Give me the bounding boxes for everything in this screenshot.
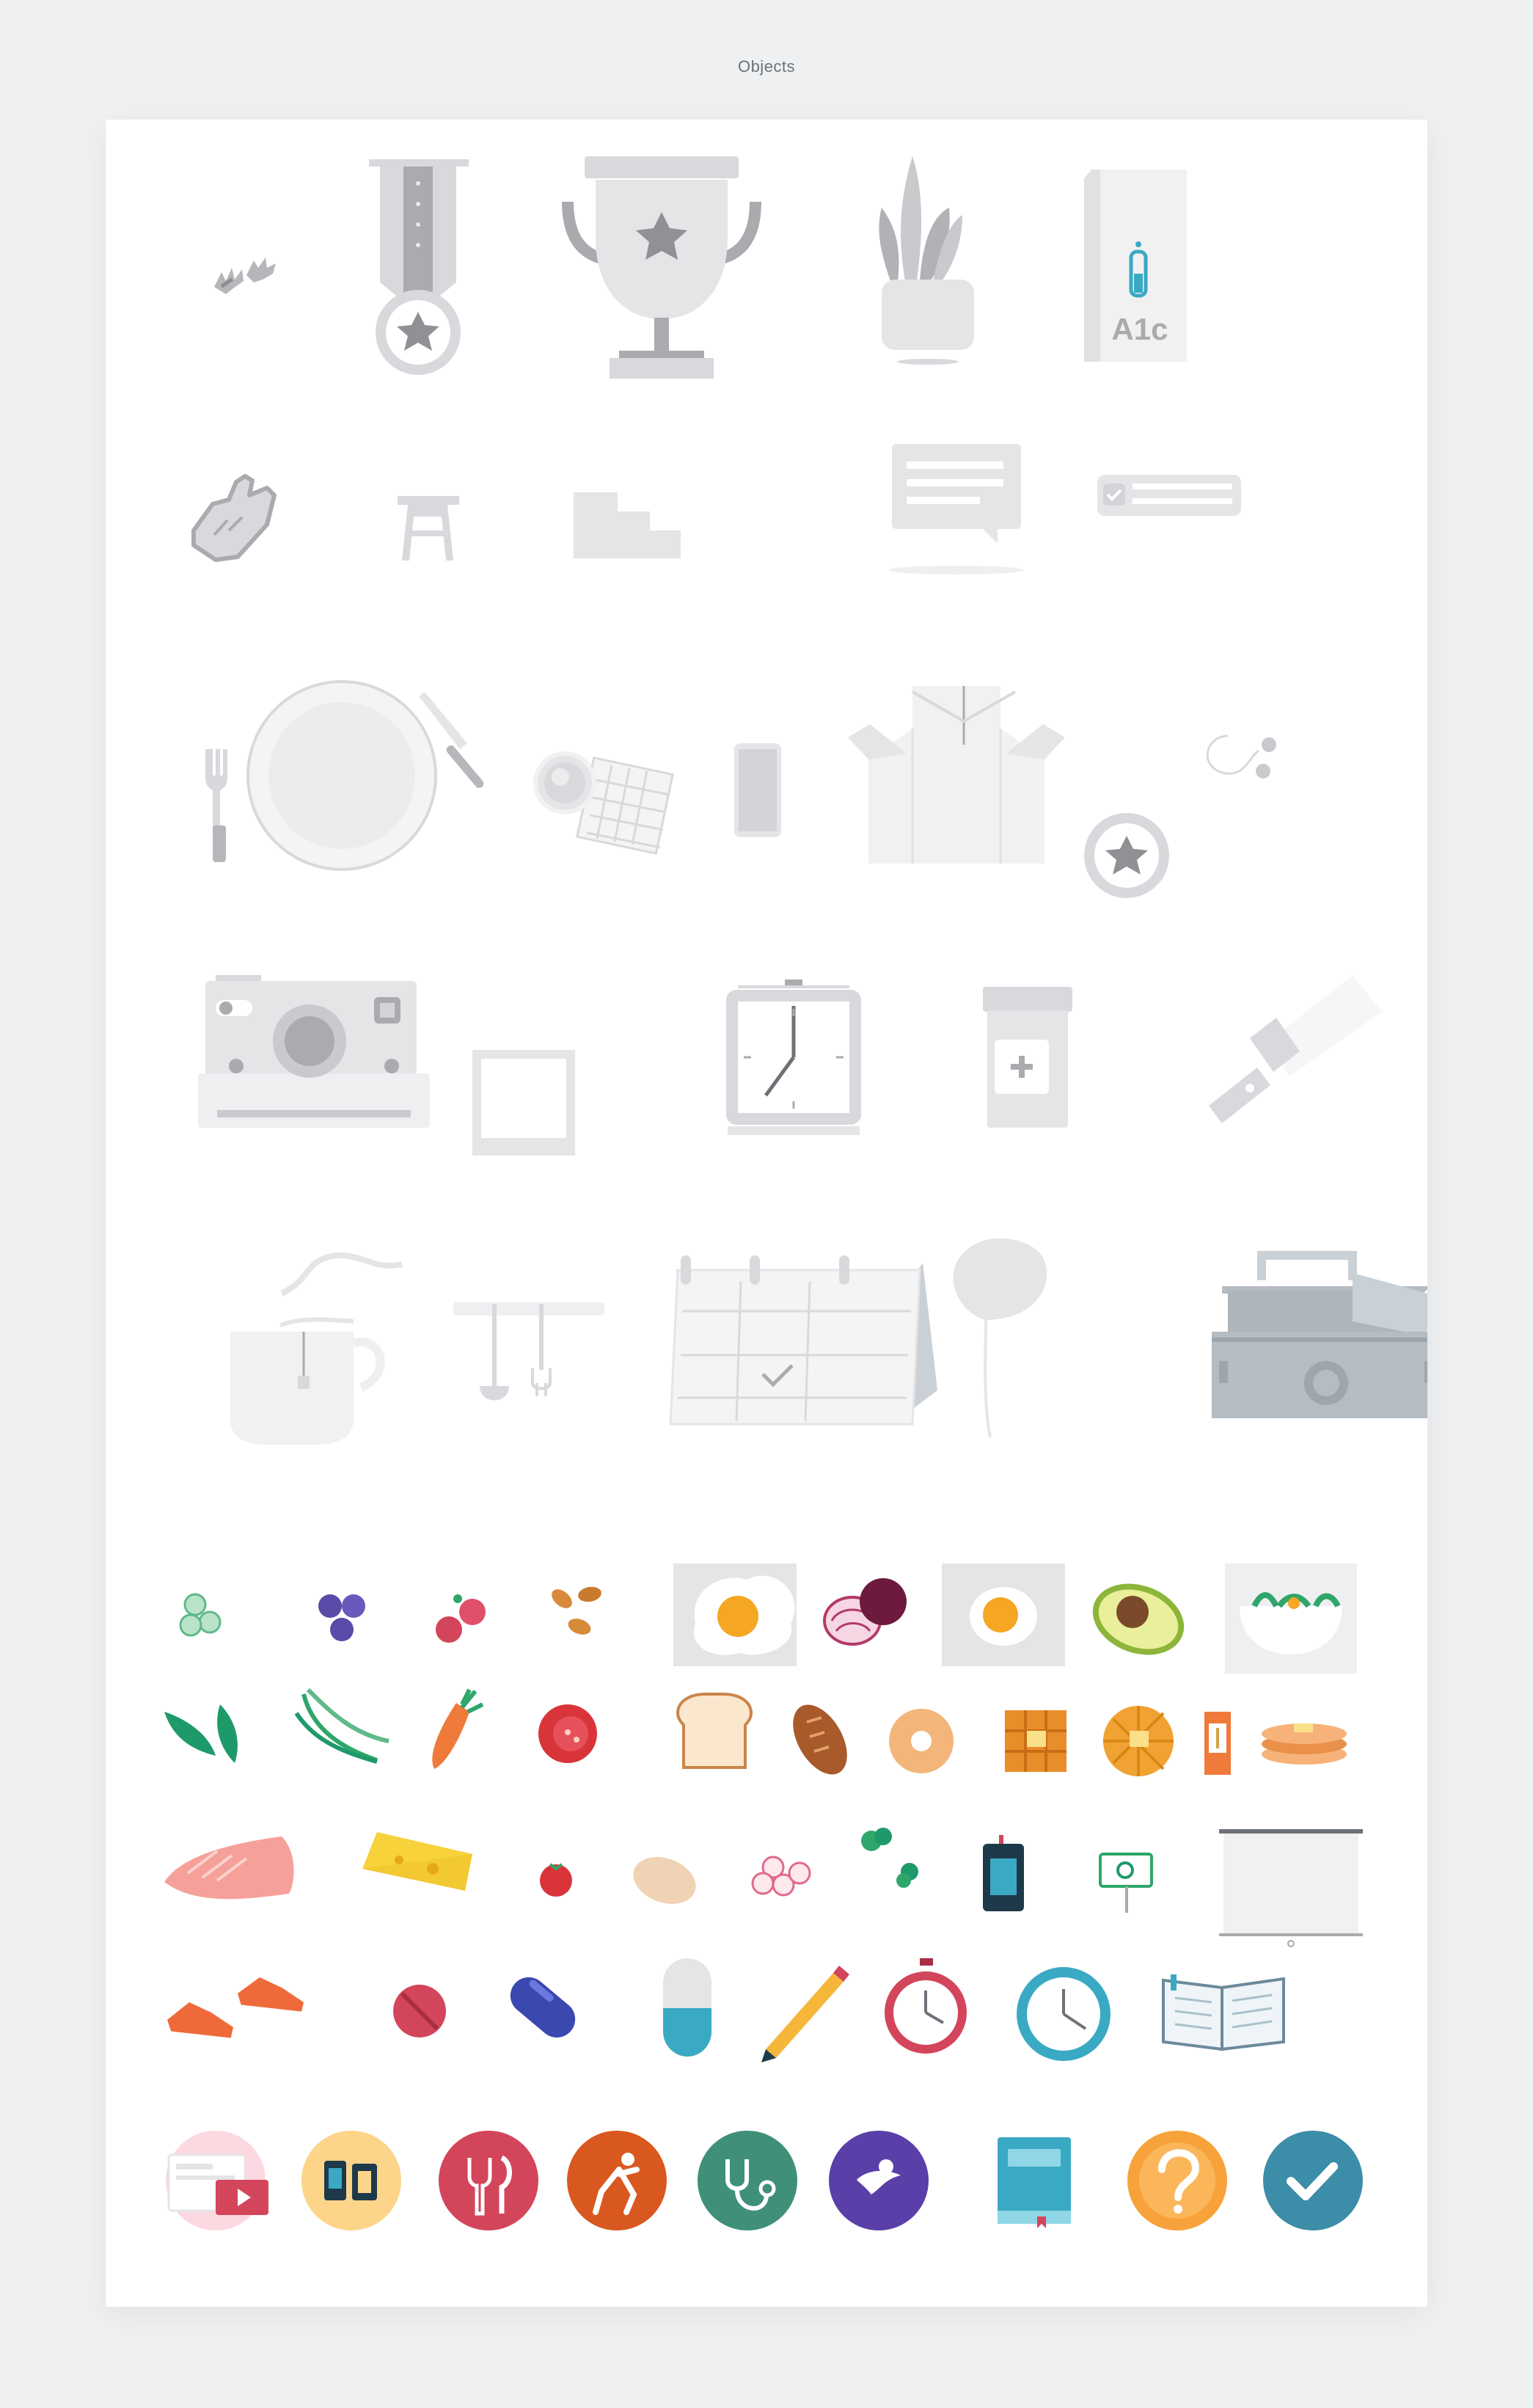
- pom-poms-icon: [214, 258, 276, 294]
- steps-icon: [574, 492, 681, 558]
- capsule-icon: [663, 1958, 711, 2057]
- fitness-logo-icon: [829, 2131, 929, 2230]
- cucumber-slices-icon: [179, 1593, 222, 1637]
- tea-mug-icon: [230, 1252, 403, 1445]
- pill-bottle-icon: [983, 987, 1072, 1128]
- blue-pill-icon: [510, 1977, 576, 2038]
- instant-camera-icon: [198, 975, 430, 1128]
- checklist-card-icon: [1097, 475, 1241, 516]
- avocado-icon: [1092, 1583, 1185, 1655]
- open-book-icon: [1162, 1974, 1285, 2051]
- sneakers-icon: [167, 1977, 304, 2043]
- round-waffle-icon: [1103, 1706, 1174, 1776]
- carrot-icon: [432, 1688, 484, 1769]
- tomato-half-icon: [538, 1704, 597, 1763]
- glucose-meter-icon: [983, 1835, 1024, 1911]
- boiled-egg-icon: [942, 1564, 1065, 1666]
- toast-icon: [676, 1693, 753, 1769]
- potato-icon: [633, 1857, 696, 1904]
- blueberries-icon: [318, 1594, 365, 1641]
- monstera-leaf-icon: [953, 1238, 1047, 1438]
- waffle-icon: [533, 751, 675, 855]
- stopwatch-icon: [885, 1958, 967, 2054]
- phone-icon: [734, 743, 781, 837]
- meal-icon: [439, 2131, 538, 2230]
- checkmark-icon: [1263, 2131, 1363, 2230]
- radish-slices-icon: [751, 1856, 811, 1897]
- lunch-box-icon: [1212, 1251, 1427, 1418]
- guide-book-icon: [998, 2137, 1071, 2228]
- fried-egg-icon: [673, 1564, 797, 1666]
- icon-sheet: A1c: [106, 120, 1427, 2307]
- salmon-fillet-icon: [164, 1836, 294, 1900]
- plant-pot-icon: [879, 156, 974, 365]
- utensil-rack-icon: [453, 1302, 604, 1401]
- pencil-icon: [761, 1966, 849, 2062]
- chat-bubble-icon: [889, 444, 1024, 574]
- devices-icon: [301, 2131, 401, 2230]
- almonds-icon: [552, 1586, 601, 1635]
- salad-bowl-icon: [1225, 1564, 1357, 1674]
- beet-onion-icon: [823, 1578, 907, 1646]
- projector-screen-icon: [1219, 1829, 1363, 1947]
- square-waffle-icon: [1005, 1710, 1066, 1772]
- a1c-label: A1c: [1111, 312, 1168, 346]
- bagel-icon: [889, 1709, 954, 1773]
- green-beans-icon: [294, 1688, 389, 1764]
- page-title: Objects: [737, 57, 796, 76]
- video-icon: [166, 2131, 268, 2230]
- cherry-tomato-icon: [540, 1863, 572, 1897]
- pancakes-icon: [1262, 1723, 1347, 1765]
- no-pill-icon: [393, 1985, 446, 2037]
- cheese-icon: [362, 1832, 472, 1891]
- question-icon: [1127, 2131, 1227, 2230]
- foam-finger-icon: [191, 474, 277, 562]
- stethoscope-icon: [698, 2131, 797, 2230]
- stool-icon: [398, 496, 459, 561]
- photo-frame-icon: [472, 1050, 575, 1156]
- earbuds-icon: [1206, 734, 1276, 778]
- medal-icon: [369, 159, 469, 375]
- exercise-icon: [567, 2131, 667, 2230]
- sign-icon: [1099, 1853, 1153, 1913]
- icon-canvas: A1c: [164, 156, 1427, 2230]
- flashlight-icon: [1209, 975, 1382, 1123]
- fork-icon: [205, 749, 227, 862]
- pea-pods-icon: [164, 1704, 238, 1763]
- raspberries-icon: [436, 1594, 486, 1643]
- wall-clock-icon: [1017, 1967, 1111, 2061]
- bread-loaf-icon: [793, 1704, 847, 1775]
- desk-calendar-icon: [669, 1255, 937, 1426]
- a1c-test-box-icon: A1c: [1084, 169, 1187, 362]
- broccoli-icon: [861, 1828, 918, 1888]
- trophy-icon: [562, 156, 761, 379]
- cereal-box-icon: [1204, 1712, 1231, 1775]
- jacket-icon: [848, 686, 1169, 898]
- alarm-clock-icon: [726, 979, 861, 1135]
- plate-icon: [246, 680, 437, 871]
